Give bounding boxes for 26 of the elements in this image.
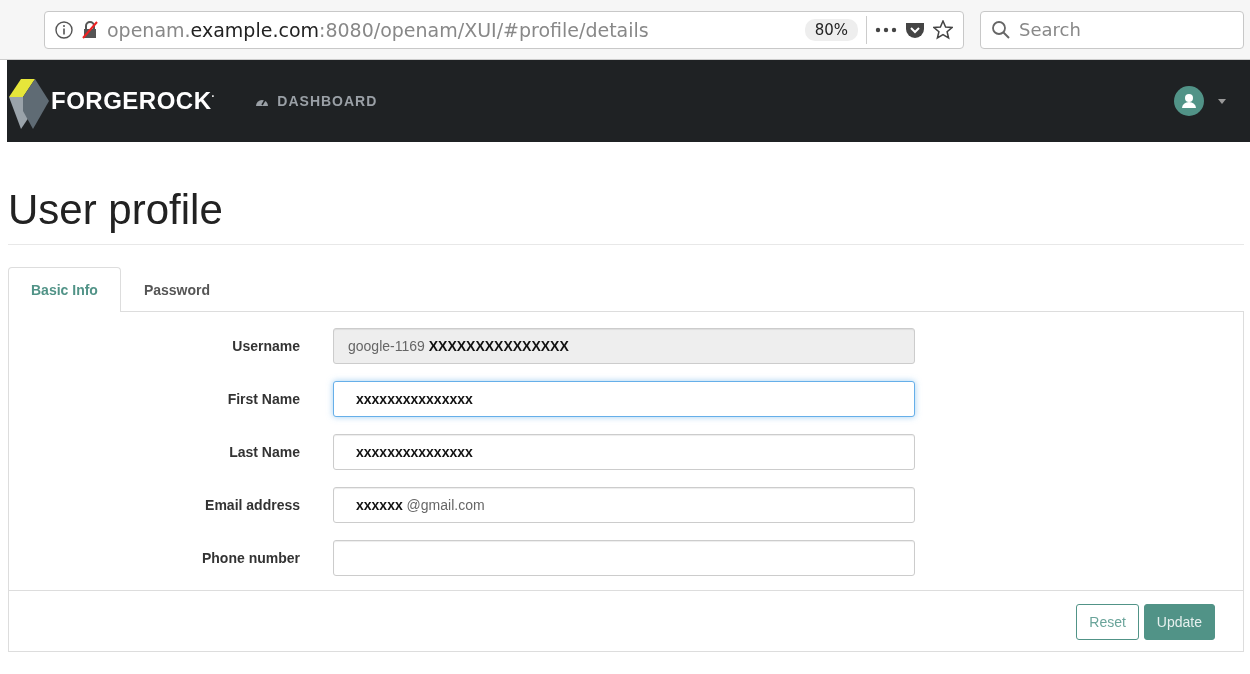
search-icon: [991, 19, 1011, 40]
tab[interactable]: Basic Info: [8, 267, 121, 312]
zoom-level[interactable]: 80%: [804, 18, 858, 41]
nav-link[interactable]: DASHBOARD: [255, 93, 378, 109]
input-field[interactable]: xxxxxxxxxxxxxxx: [333, 381, 915, 417]
more-icon[interactable]: [875, 26, 897, 33]
pocket-icon[interactable]: [905, 20, 925, 39]
input-field[interactable]: xxxxxxxxxxxxxxx: [333, 434, 915, 470]
info-icon: [55, 20, 73, 39]
brand-name[interactable]: FORGEROCK$^{·}$: [51, 87, 216, 115]
insecure-lock-icon: [81, 20, 99, 39]
field-label: Email address: [204, 497, 301, 513]
input-field[interactable]: xxxxxx @gmail.com: [333, 487, 915, 523]
url-text: openam.example.com:8080/openam/XUI/#profile/details: [107, 18, 650, 41]
star-icon[interactable]: [933, 19, 953, 40]
search-field[interactable]: Search: [980, 10, 1244, 49]
tab[interactable]: Password: [120, 267, 234, 312]
field-label: Phone number: [201, 550, 301, 566]
field-label: Username: [231, 338, 301, 354]
input-field[interactable]: [333, 540, 915, 576]
caret-icon[interactable]: [1218, 98, 1226, 104]
avatar-icon[interactable]: [1174, 86, 1204, 116]
page-title: User profile: [8, 186, 1244, 245]
field-label: First Name: [226, 391, 301, 407]
address-bar[interactable]: openam.example.com:8080/openam/XUI/#profile/details 80%: [44, 10, 964, 49]
field-label: Last Name: [228, 444, 301, 460]
